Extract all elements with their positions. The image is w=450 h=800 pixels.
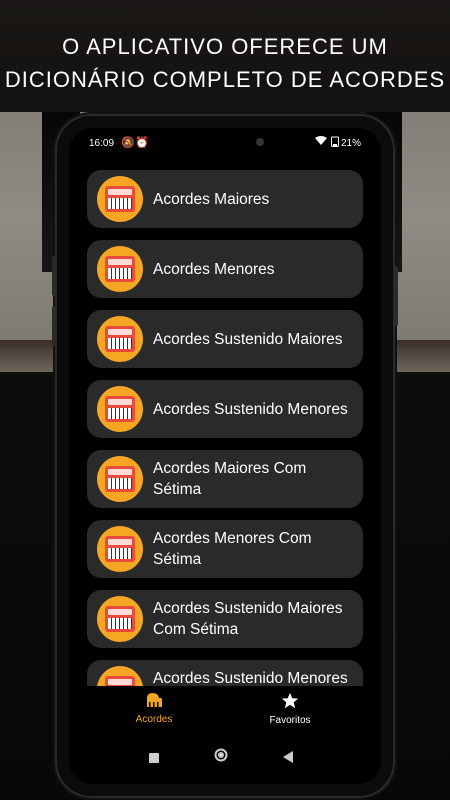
tab-favoritos[interactable]: Favoritos [235,692,345,726]
list-item-label: Acordes Maiores Com Sétima [153,460,307,498]
battery-icon [331,136,339,150]
status-time: 16:09 [89,138,115,149]
synthesizer-icon [97,246,143,292]
home-button[interactable] [214,748,228,767]
list-item-acordes-maiores[interactable]: Acordes Maiores [87,170,363,228]
list-item-label: Acordes Menores Com Sétima [153,530,312,568]
tab-acordes-label: Acordes [135,714,173,725]
volume-button [52,306,56,346]
alarm-icon: ⏰ [135,137,149,149]
mute-icon: 🔕 [121,137,135,149]
camera-icon [256,138,264,146]
star-icon [235,692,345,712]
system-navigation-bar [69,734,381,784]
list-item-label: Acordes Menores [153,260,275,278]
list-item-label: Acordes Sustenido Menores [153,400,348,418]
synthesizer-icon [97,596,143,642]
synthesizer-icon [97,526,143,572]
bottom-navigation: Acordes Favoritos [69,686,381,734]
tab-favoritos-label: Favoritos [269,715,311,726]
synthesizer-icon [97,316,143,362]
piano-icon [99,692,209,711]
list-item-acordes-menores[interactable]: Acordes Menores [87,240,363,298]
list-item-label: Acordes Sustenido Maiores Com Sétima [153,600,343,638]
synthesizer-icon [97,386,143,432]
app-screen: 16:09 🔕 ⏰ 21% Acordes Maiores Acordes Me… [69,128,381,784]
list-item-sustenido-maiores-setima[interactable]: Acordes Sustenido Maiores Com Sétima [87,590,363,648]
tab-acordes[interactable]: Acordes [99,692,209,725]
list-item-sustenido-maiores[interactable]: Acordes Sustenido Maiores [87,310,363,368]
status-bar: 16:09 🔕 ⏰ 21% [69,128,381,158]
list-item-label: Acordes Maiores [153,190,270,208]
recents-button[interactable] [149,750,159,768]
list-item-menores-setima[interactable]: Acordes Menores Com Sétima [87,520,363,578]
list-item-maiores-setima[interactable]: Acordes Maiores Com Sétima [87,450,363,508]
list-item-sustenido-menores[interactable]: Acordes Sustenido Menores [87,380,363,438]
synthesizer-icon [97,176,143,222]
wifi-icon [315,136,327,149]
battery-level: 21% [340,138,361,149]
headline-line-1: O APLICATIVO OFERECE UM [62,34,388,59]
list-item-label: Acordes Sustenido Maiores [153,330,343,348]
synthesizer-icon [97,456,143,502]
headline-line-2: DICIONÁRIO COMPLETO DE ACORDES [4,67,446,92]
chord-list: Acordes Maiores Acordes Menores Acordes … [87,170,363,730]
volume-button [52,256,56,296]
power-button [394,266,398,326]
promo-headline: O APLICATIVO OFERECE UM DICIONÁRIO COMPL… [0,30,450,96]
back-button[interactable] [283,750,293,768]
phone-mockup: 16:09 🔕 ⏰ 21% Acordes Maiores Acordes Me… [52,116,398,796]
